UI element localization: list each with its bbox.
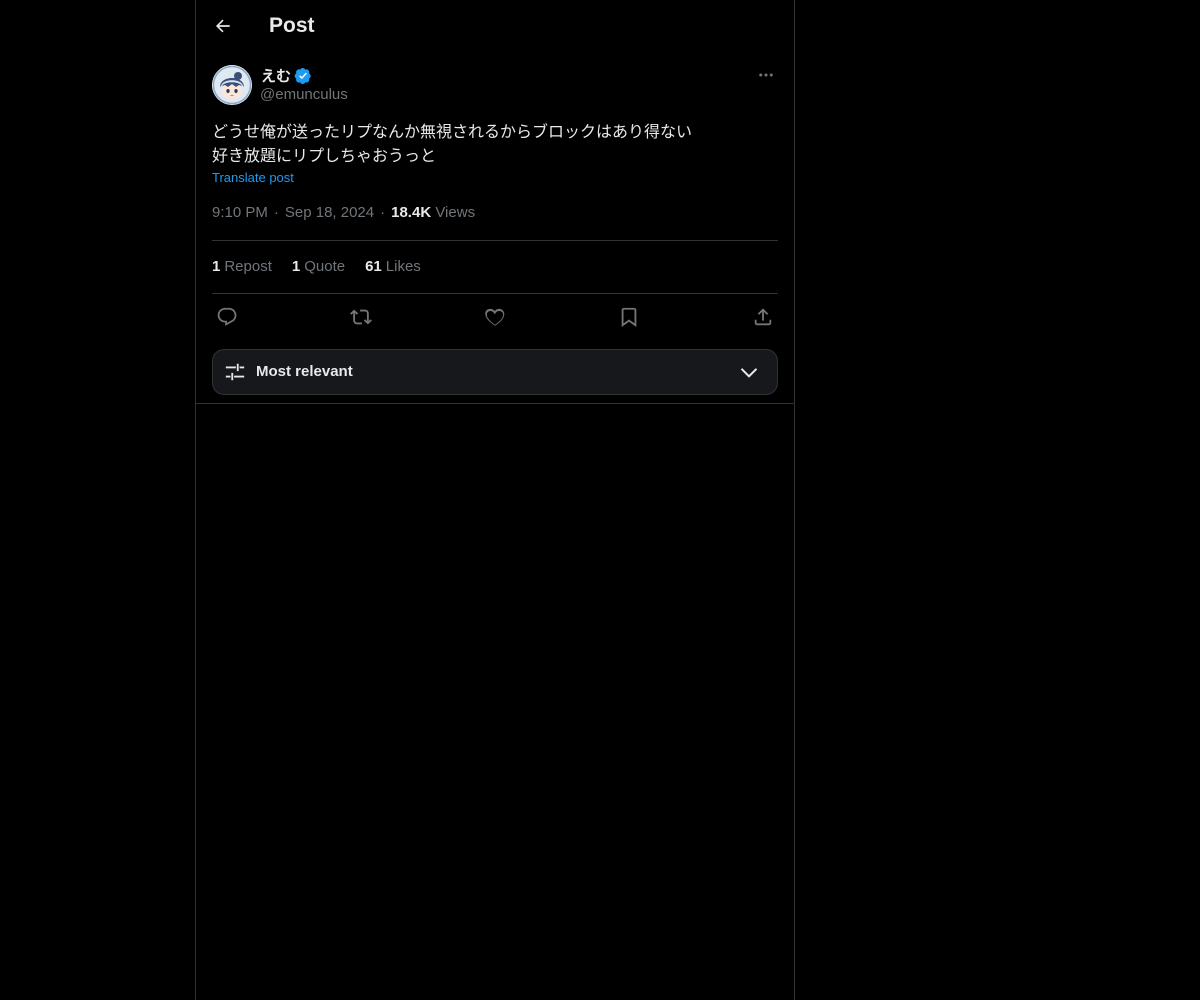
reply-icon	[217, 307, 237, 326]
back-button[interactable]	[208, 11, 238, 41]
divider	[212, 293, 778, 294]
sort-label: Most relevant	[256, 363, 353, 380]
meta-separator: ·	[380, 204, 386, 221]
repost-icon	[350, 309, 372, 325]
top-bar: Post	[196, 0, 794, 53]
post-text-line: どうせ俺が送ったリプなんか無視されるからブロックはあり得ない	[212, 122, 693, 141]
sort-replies-dropdown[interactable]: Most relevant	[212, 349, 778, 395]
views-label: Views	[435, 204, 476, 221]
sliders-icon	[225, 363, 245, 381]
author-handle[interactable]: @emunculus	[260, 86, 348, 103]
quotes-stat[interactable]: 1 Quote	[292, 258, 345, 275]
chevron-down-icon	[740, 368, 758, 378]
main-column: Post えむ @emunculus どうせ俺が送ったリプなんか無視されるからブ…	[195, 0, 795, 1000]
section-divider	[196, 403, 794, 404]
like-icon	[485, 308, 505, 327]
share-button[interactable]	[751, 305, 775, 329]
avatar-illustration	[212, 65, 252, 105]
quotes-label: Quote	[304, 258, 346, 275]
author-display-name[interactable]: えむ	[261, 65, 312, 86]
likes-stat[interactable]: 61 Likes	[365, 258, 421, 275]
translate-post-link[interactable]: Translate post	[212, 170, 294, 185]
avatar[interactable]	[212, 65, 252, 105]
more-options-button[interactable]	[754, 65, 778, 85]
reposts-count: 1	[212, 258, 221, 275]
action-bar	[212, 305, 778, 329]
reposts-stat[interactable]: 1 Repost	[212, 258, 272, 275]
verified-badge-icon	[294, 67, 311, 84]
likes-label: Likes	[385, 258, 421, 275]
post-text-line: 好き放題にリプしちゃおうっと	[212, 146, 437, 165]
like-button[interactable]	[483, 305, 507, 329]
page-title: Post	[269, 14, 315, 37]
likes-count: 61	[365, 258, 382, 275]
meta-separator: ·	[273, 204, 279, 221]
display-name-text: えむ	[261, 68, 292, 85]
arrow-left-icon	[216, 19, 230, 33]
share-icon	[754, 308, 772, 326]
bookmark-icon	[621, 307, 637, 327]
quotes-count: 1	[291, 258, 301, 275]
post-time[interactable]: 9:10 PM	[212, 204, 268, 221]
bookmark-button[interactable]	[617, 305, 641, 329]
post-date[interactable]: Sep 18, 2024	[285, 204, 374, 221]
post-stats: 1 Repost 1 Quote 61 Likes	[212, 258, 421, 275]
post-text: どうせ俺が送ったリプなんか無視されるからブロックはあり得ない 好き放題にリプしち…	[212, 120, 778, 168]
more-horizontal-icon	[759, 73, 773, 77]
views-count: 18.4K	[391, 204, 432, 221]
repost-button[interactable]	[349, 305, 373, 329]
divider	[212, 240, 778, 241]
reply-button[interactable]	[215, 305, 239, 329]
reposts-label: Repost	[224, 258, 272, 275]
post-meta: 9:10 PM · Sep 18, 2024 · 18.4K Views	[212, 204, 475, 221]
